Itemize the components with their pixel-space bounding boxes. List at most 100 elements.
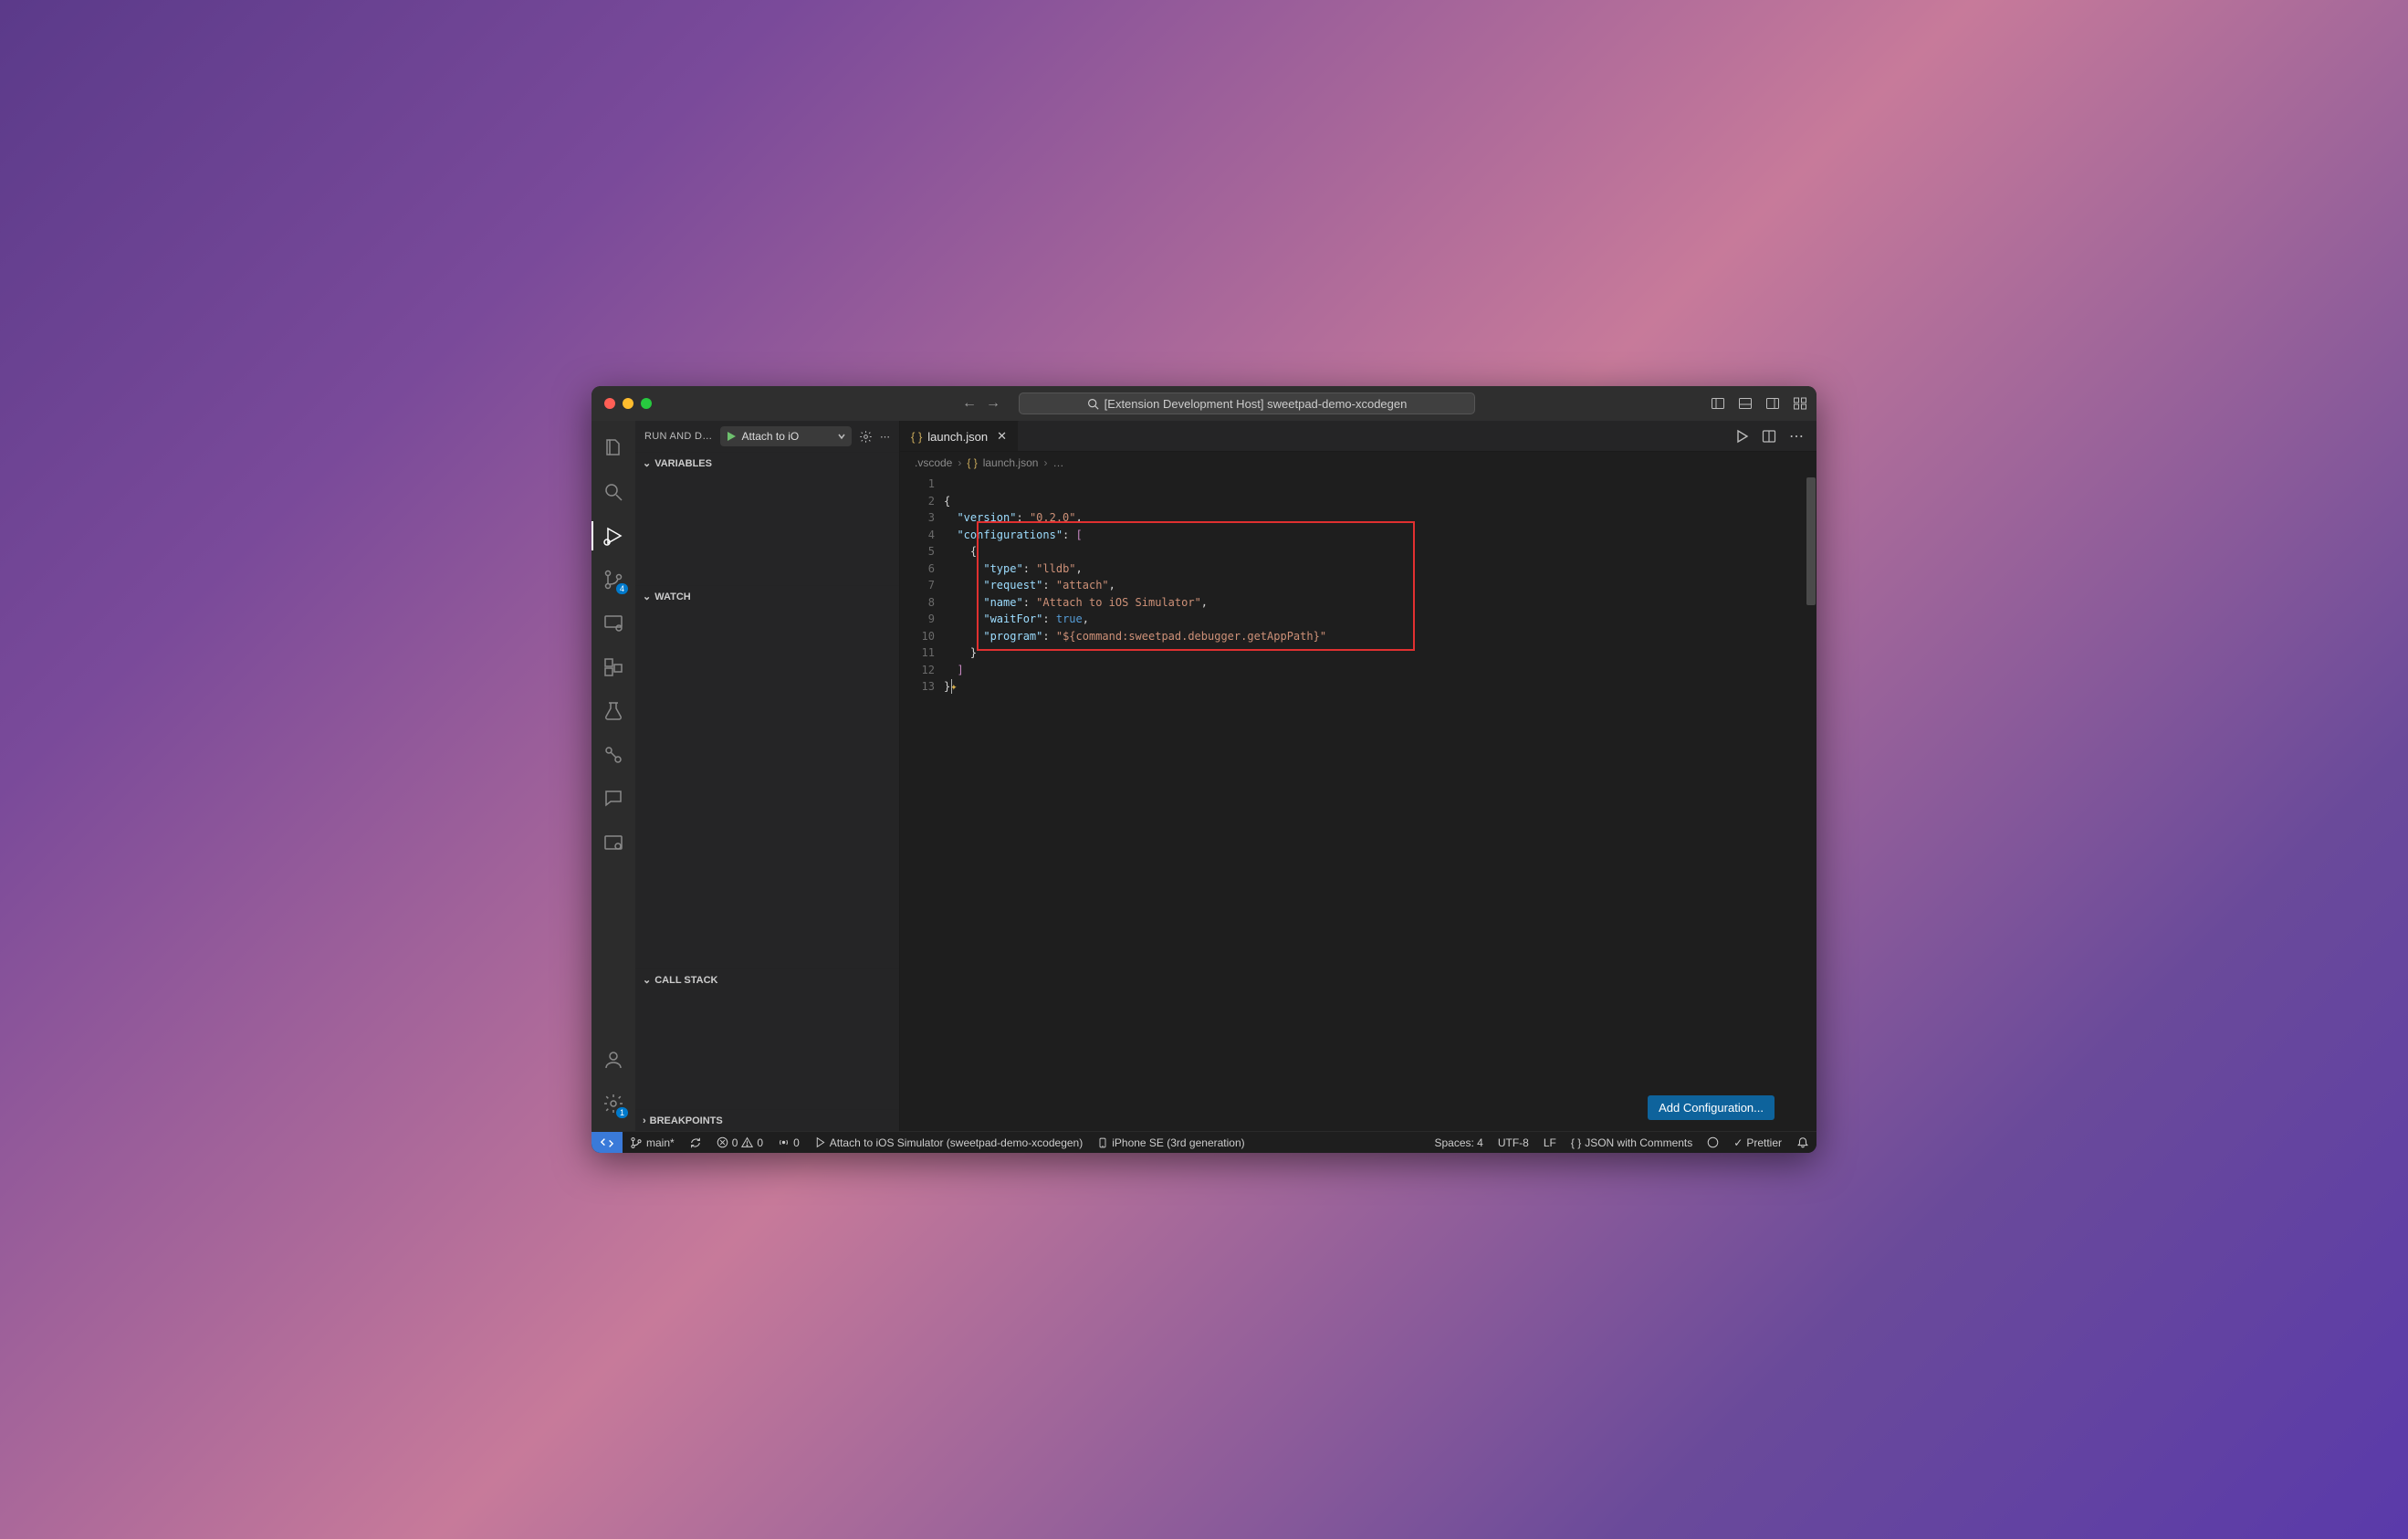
zoom-window-button[interactable] [641,398,652,409]
settings-folder-icon [602,832,624,853]
launch-config-selector[interactable]: Attach to iO [720,426,852,446]
feedback-item[interactable] [1700,1132,1726,1153]
callstack-panel [635,990,899,1109]
account-icon [602,1049,624,1071]
search-tab[interactable] [592,472,635,512]
callstack-label: CALL STACK [654,975,717,986]
breadcrumb-folder[interactable]: .vscode [915,456,952,469]
sweetpad-tab[interactable] [592,735,635,775]
search-icon [602,481,624,503]
sidebar-title: RUN AND D… [644,431,713,442]
tools-icon [602,744,624,766]
git-branch-item[interactable]: main* [623,1132,682,1153]
editor-tabs: { } launch.json ✕ ⋯ [900,421,1816,452]
encoding-item[interactable]: UTF-8 [1491,1132,1536,1153]
feedback-icon [1707,1136,1719,1148]
sidebar-more-button[interactable]: ⋯ [880,431,890,443]
indent-item[interactable]: Spaces: 4 [1427,1132,1490,1153]
accounts-button[interactable] [592,1040,635,1080]
tab-launch-json[interactable]: { } launch.json ✕ [900,421,1019,451]
window-controls [604,398,652,409]
check-icon: ✓ [1733,1136,1743,1149]
breadcrumb-tail[interactable]: … [1052,456,1063,469]
title-bar: ← → [Extension Development Host] sweetpa… [592,386,1816,421]
remote-button[interactable] [592,1132,623,1153]
remote-icon [602,612,624,634]
variables-label: VARIABLES [654,458,712,469]
explorer-tab[interactable] [592,428,635,468]
testing-tab[interactable] [592,691,635,731]
start-debug-button[interactable] [726,431,737,442]
braces-icon: { } [1571,1136,1581,1149]
nav-arrows: ← → [962,395,1000,412]
remote-icon [601,1136,613,1149]
sync-icon [689,1136,702,1149]
warning-icon [741,1136,753,1148]
scrollbar-thumb[interactable] [1806,477,1816,605]
variables-panel-header[interactable]: ⌄ VARIABLES [635,452,899,474]
customize-layout-icon[interactable] [1793,396,1807,411]
settings-button[interactable]: 1 [592,1084,635,1124]
activity-bar: 4 [592,421,635,1131]
branch-icon [630,1136,643,1149]
split-icon [1762,429,1776,444]
toggle-panel-icon[interactable] [1738,396,1753,411]
gear-icon [859,430,873,444]
breadcrumb[interactable]: .vscode › { } launch.json › … [900,452,1816,474]
add-configuration-button[interactable]: Add Configuration... [1648,1095,1775,1120]
run-debug-tab[interactable] [592,516,635,556]
run-file-button[interactable] [1734,429,1749,444]
json-icon: { } [911,430,922,444]
editor-actions: ⋯ [1722,421,1816,451]
watch-panel-header[interactable]: ⌄ WATCH [635,585,899,607]
debug-icon [602,525,624,547]
device-item[interactable]: iPhone SE (3rd generation) [1090,1132,1251,1153]
command-center[interactable]: [Extension Development Host] sweetpad-de… [1019,393,1475,414]
chevron-right-icon: › [643,1115,646,1126]
settings-view-tab[interactable] [592,822,635,863]
device-icon [1097,1137,1108,1148]
editor-more-button[interactable]: ⋯ [1789,427,1804,445]
toggle-primary-sidebar-icon[interactable] [1711,396,1725,411]
nav-back-button[interactable]: ← [962,395,977,412]
scrollbar[interactable] [1806,474,1816,1131]
tab-label: launch.json [927,430,988,444]
settings-badge: 1 [616,1107,628,1118]
warning-count: 0 [757,1136,763,1149]
play-outline-icon [1734,429,1749,444]
ports-item[interactable]: 0 [770,1132,807,1153]
toggle-secondary-sidebar-icon[interactable] [1765,396,1780,411]
callstack-panel-header[interactable]: ⌄ CALL STACK [635,968,899,990]
breadcrumb-file[interactable]: launch.json [983,456,1039,469]
minimize-window-button[interactable] [623,398,633,409]
debug-alt-icon [814,1136,826,1148]
watch-panel [635,607,899,968]
comments-tab[interactable] [592,779,635,819]
source-control-tab[interactable]: 4 [592,560,635,600]
nav-forward-button[interactable]: → [986,395,1000,412]
close-window-button[interactable] [604,398,615,409]
minimap[interactable] [1793,474,1806,1131]
problems-item[interactable]: 0 0 [709,1132,770,1153]
remote-explorer-tab[interactable] [592,603,635,644]
status-left: main* 0 0 0 Attach to iOS Simulator (swe… [592,1132,1252,1153]
line-gutter: 12345678910111213 [900,474,944,1131]
debug-target-item[interactable]: Attach to iOS Simulator (sweetpad-demo-x… [807,1132,1090,1153]
chevron-down-icon: ⌄ [643,457,651,469]
close-tab-button[interactable]: ✕ [997,429,1007,444]
code-content[interactable]: { "version": "0.2.0", "configurations": … [944,474,1793,1131]
code-editor[interactable]: 12345678910111213 { "version": "0.2.0", … [900,474,1816,1131]
play-icon [726,431,737,442]
error-icon [717,1136,728,1148]
search-icon [1087,398,1099,410]
open-launch-json-button[interactable] [859,430,873,444]
language-mode-item[interactable]: { } JSON with Comments [1564,1132,1700,1153]
split-editor-button[interactable] [1762,429,1776,444]
eol-item[interactable]: LF [1536,1132,1564,1153]
breakpoints-panel-header[interactable]: › BREAKPOINTS [635,1109,899,1131]
sync-item[interactable] [682,1132,709,1153]
prettier-item[interactable]: ✓ Prettier [1726,1132,1789,1153]
notifications-item[interactable] [1789,1132,1816,1153]
separator-icon: › [958,456,961,469]
extensions-tab[interactable] [592,647,635,687]
